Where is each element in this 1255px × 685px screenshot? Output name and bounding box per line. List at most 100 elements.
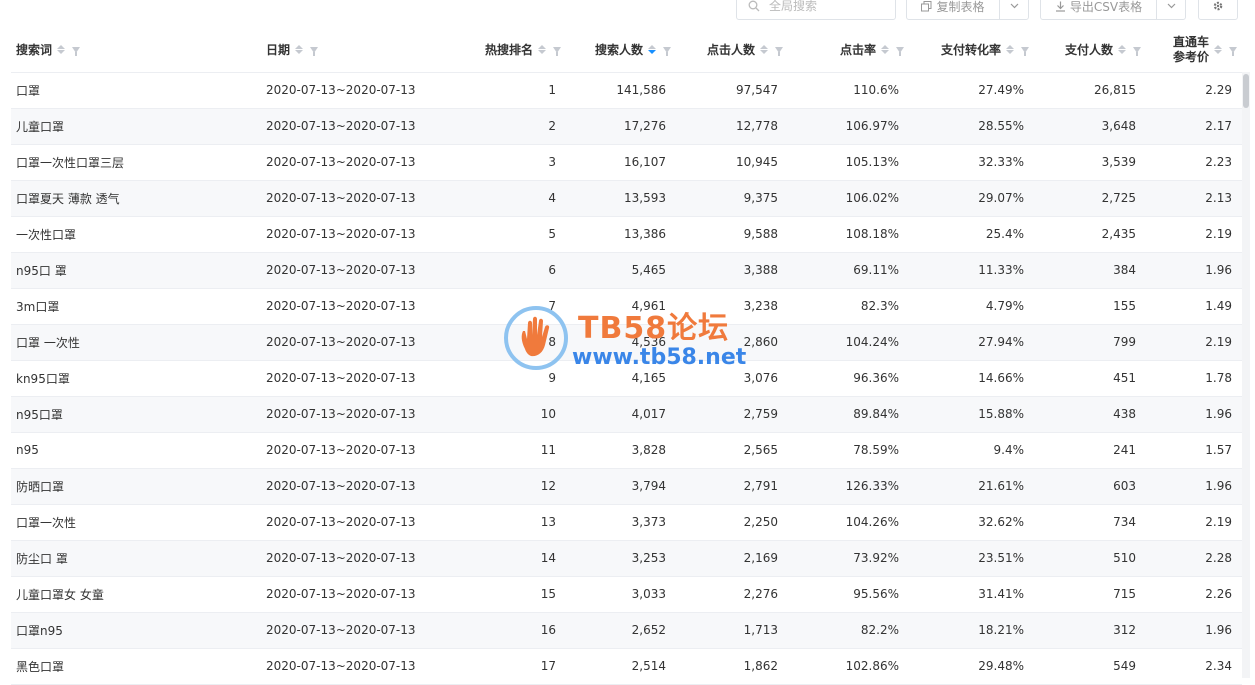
cell-searchers: 3,033 — [566, 576, 676, 613]
filter-icon[interactable] — [553, 46, 561, 56]
table-row[interactable]: 3m口罩 2020-07-13~2020-07-13 7 4,961 3,238 82.3… — [11, 288, 1242, 325]
cell-price: 2.13 — [1146, 180, 1242, 217]
table-row[interactable]: 口罩 一次性 2020-07-13~2020-07-13 8 4,536 2,860 10… — [11, 324, 1242, 361]
cell-cvr: 27.49% — [909, 72, 1034, 109]
export-csv-button[interactable]: 导出CSV表格 — [1040, 0, 1186, 20]
cell-price: 2.23 — [1146, 144, 1242, 181]
cell-rank: 17 — [431, 648, 566, 685]
sort-icon[interactable] — [648, 45, 656, 55]
cell-keyword: n95 — [11, 432, 261, 469]
cell-searchers: 13,386 — [566, 216, 676, 253]
cell-date: 2020-07-13~2020-07-13 — [261, 396, 431, 433]
cell-payers: 603 — [1034, 468, 1146, 505]
filter-icon[interactable] — [72, 46, 81, 56]
table-row[interactable]: 口罩一次性 2020-07-13~2020-07-13 13 3,373 2,250 10… — [11, 504, 1242, 541]
cell-rank: 3 — [431, 144, 566, 181]
copy-table-button[interactable]: 复制表格 — [906, 0, 1029, 20]
cell-keyword: 3m口罩 — [11, 288, 261, 325]
cell-ctr: 126.33% — [788, 468, 909, 505]
search-input[interactable] — [767, 0, 889, 14]
cell-date: 2020-07-13~2020-07-13 — [261, 648, 431, 685]
filter-icon[interactable] — [1021, 46, 1029, 56]
cell-clickers: 1,862 — [676, 648, 788, 685]
scrollbar-thumb[interactable] — [1243, 74, 1249, 108]
table-row[interactable]: 口罩夏天 薄款 透气 2020-07-13~2020-07-13 4 13,593 9,… — [11, 180, 1242, 217]
cell-keyword: 一次性口罩 — [11, 216, 261, 253]
col-date[interactable]: 日期 — [261, 28, 431, 73]
sort-icon[interactable] — [538, 45, 546, 55]
filter-icon[interactable] — [896, 46, 904, 56]
col-clickers[interactable]: 点击人数 — [676, 28, 788, 73]
table-row[interactable]: 防尘口 罩 2020-07-13~2020-07-13 14 3,253 2,169 73… — [11, 540, 1242, 577]
filter-icon[interactable] — [775, 46, 783, 56]
cell-searchers: 5,465 — [566, 252, 676, 289]
cell-cvr: 32.33% — [909, 144, 1034, 181]
cell-keyword: 防尘口 罩 — [11, 540, 261, 577]
cell-rank: 2 — [431, 108, 566, 145]
col-price[interactable]: 直通车 参考价 — [1146, 28, 1242, 73]
sort-icon[interactable] — [1214, 45, 1222, 55]
col-payers[interactable]: 支付人数 — [1034, 28, 1146, 73]
filter-icon[interactable] — [1133, 46, 1141, 56]
cell-ctr: 73.92% — [788, 540, 909, 577]
vertical-scrollbar[interactable] — [1242, 72, 1250, 678]
table-row[interactable]: 口罩一次性口罩三层 2020-07-13~2020-07-13 3 16,107 10,… — [11, 144, 1242, 181]
cell-clickers: 9,588 — [676, 216, 788, 253]
table-row[interactable]: n95口罩 2020-07-13~2020-07-13 10 4,017 2,759 89… — [11, 396, 1242, 433]
table-row[interactable]: 防晒口罩 2020-07-13~2020-07-13 12 3,794 2,791 126… — [11, 468, 1242, 505]
cell-payers: 2,725 — [1034, 180, 1146, 217]
col-ctr[interactable]: 点击率 — [788, 28, 909, 73]
sort-icon[interactable] — [881, 45, 889, 55]
table-row[interactable]: 口罩 2020-07-13~2020-07-13 1 141,586 97,547 110… — [11, 72, 1242, 109]
cell-date: 2020-07-13~2020-07-13 — [261, 144, 431, 181]
col-cvr[interactable]: 支付转化率 — [909, 28, 1034, 73]
filter-icon[interactable] — [310, 46, 319, 56]
table-row[interactable]: 儿童口罩 2020-07-13~2020-07-13 2 17,276 12,778 10… — [11, 108, 1242, 145]
cell-searchers: 3,828 — [566, 432, 676, 469]
sort-icon[interactable] — [57, 45, 66, 55]
cell-payers: 384 — [1034, 252, 1146, 289]
cell-price: 2.29 — [1146, 72, 1242, 109]
col-keyword[interactable]: 搜索词 — [11, 28, 261, 73]
sort-icon[interactable] — [1006, 45, 1014, 55]
cell-price: 1.96 — [1146, 252, 1242, 289]
filter-icon[interactable] — [663, 46, 671, 56]
cell-date: 2020-07-13~2020-07-13 — [261, 288, 431, 325]
cell-date: 2020-07-13~2020-07-13 — [261, 180, 431, 217]
sort-icon[interactable] — [295, 45, 304, 55]
cell-rank: 4 — [431, 180, 566, 217]
cell-keyword: kn95口罩 — [11, 360, 261, 397]
cell-cvr: 25.4% — [909, 216, 1034, 253]
cell-payers: 155 — [1034, 288, 1146, 325]
table-row[interactable]: 口罩n95 2020-07-13~2020-07-13 16 2,652 1,713 82… — [11, 612, 1242, 649]
cell-searchers: 3,253 — [566, 540, 676, 577]
global-search[interactable] — [736, 0, 896, 20]
cell-cvr: 28.55% — [909, 108, 1034, 145]
table-row[interactable]: 黑色口罩 2020-07-13~2020-07-13 17 2,514 1,862 102… — [11, 648, 1242, 685]
filter-icon[interactable] — [1229, 46, 1237, 56]
cell-payers: 549 — [1034, 648, 1146, 685]
settings-button[interactable] — [1198, 0, 1238, 20]
table-row[interactable]: 一次性口罩 2020-07-13~2020-07-13 5 13,386 9,588 10… — [11, 216, 1242, 253]
col-searchers[interactable]: 搜索人数 — [566, 28, 676, 73]
cell-price: 1.96 — [1146, 396, 1242, 433]
sort-icon[interactable] — [1118, 45, 1126, 55]
table-body: 口罩 2020-07-13~2020-07-13 1 141,586 97,547 110… — [11, 72, 1242, 685]
table-row[interactable]: n95口 罩 2020-07-13~2020-07-13 6 5,465 3,388 69… — [11, 252, 1242, 289]
cell-ctr: 78.59% — [788, 432, 909, 469]
cell-payers: 734 — [1034, 504, 1146, 541]
table-row[interactable]: kn95口罩 2020-07-13~2020-07-13 9 4,165 3,076 96… — [11, 360, 1242, 397]
copy-dropdown[interactable] — [999, 0, 1028, 19]
cell-price: 2.17 — [1146, 108, 1242, 145]
cell-searchers: 4,017 — [566, 396, 676, 433]
table-row[interactable]: 儿童口罩女 女童 2020-07-13~2020-07-13 15 3,033 2,27… — [11, 576, 1242, 613]
cell-searchers: 4,961 — [566, 288, 676, 325]
col-rank[interactable]: 热搜排名 — [431, 28, 566, 73]
col-label: 直通车 参考价 — [1173, 35, 1209, 65]
sort-icon[interactable] — [760, 45, 768, 55]
table-row[interactable]: n95 2020-07-13~2020-07-13 11 3,828 2,565 78.5… — [11, 432, 1242, 469]
cell-payers: 2,435 — [1034, 216, 1146, 253]
csv-dropdown[interactable] — [1156, 0, 1185, 19]
cell-ctr: 104.26% — [788, 504, 909, 541]
cell-payers: 438 — [1034, 396, 1146, 433]
